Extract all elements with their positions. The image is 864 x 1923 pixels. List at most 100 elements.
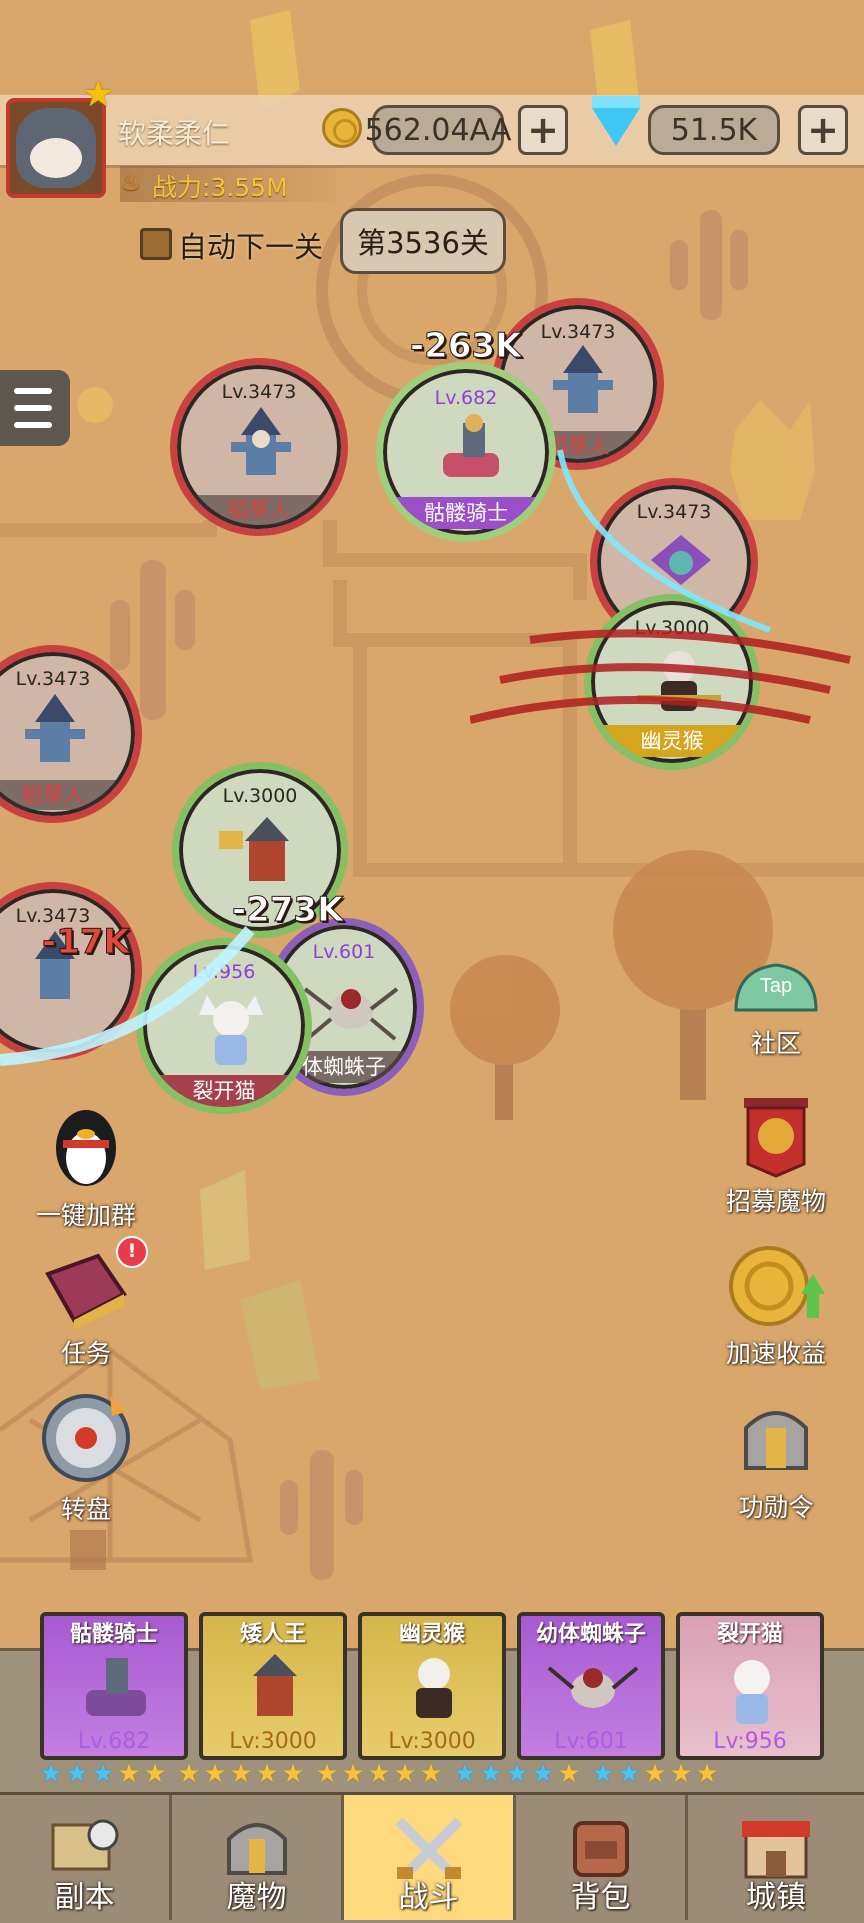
- team-card[interactable]: 幽灵猴 Lv:3000: [358, 1612, 506, 1760]
- star-icon: ★: [617, 1759, 641, 1789]
- star-icon: ★: [255, 1759, 279, 1789]
- star-icon: ★: [117, 1759, 141, 1789]
- star-icon: ★: [531, 1759, 555, 1789]
- add-gems-button[interactable]: +: [798, 105, 848, 155]
- star-icon: ★: [367, 1759, 391, 1789]
- tab-label: 背包: [570, 1880, 631, 1915]
- star-icon: ★: [341, 1759, 365, 1789]
- tab-town[interactable]: 城镇: [688, 1795, 864, 1920]
- join-group-label: 一键加群: [35, 1201, 136, 1230]
- tab-dungeon[interactable]: 副本: [0, 1795, 172, 1920]
- star-icon: ★: [203, 1759, 227, 1789]
- quest-button[interactable]: 任务: [16, 1250, 156, 1370]
- spider-icon: [303, 987, 399, 1041]
- speed-up-button[interactable]: 加速收益: [706, 1244, 846, 1370]
- tab-label: 战斗: [398, 1880, 459, 1915]
- penguin-icon: [56, 1110, 116, 1186]
- player-name: 软柔柔仁: [118, 117, 231, 150]
- enemy-unit[interactable]: Lv.3473 稻草人: [0, 645, 142, 823]
- unit-level: Lv.601: [312, 941, 376, 963]
- menu-line: [14, 388, 52, 394]
- unit-name: 骷髅骑士: [383, 497, 549, 529]
- tab-monsters[interactable]: 魔物: [172, 1795, 344, 1920]
- helmet-icon: [744, 1411, 808, 1470]
- team-card-level: Lv:956: [713, 1729, 787, 1754]
- unit-name: 稻草人: [0, 780, 135, 810]
- wheel-button[interactable]: 转盘: [16, 1390, 156, 1526]
- fire-icon: ♨: [120, 168, 142, 196]
- team-card[interactable]: 幼体蜘蛛子 Lv:601: [517, 1612, 665, 1760]
- tab-label: 魔物: [226, 1880, 287, 1915]
- wheel-label: 转盘: [60, 1495, 111, 1524]
- map-scroll-icon: [51, 1819, 118, 1871]
- star-icon: ★: [393, 1759, 417, 1789]
- dwarf-king-icon: [219, 817, 289, 881]
- star-icon: ★: [591, 1759, 615, 1789]
- crown-icon: ★: [82, 74, 115, 115]
- team-card-name: 骷髅骑士: [69, 1622, 158, 1647]
- combat-power: ♨ 战力:3.55M: [120, 166, 350, 202]
- star-icon: ★: [505, 1759, 529, 1789]
- team-card[interactable]: 矮人王 Lv:3000: [199, 1612, 347, 1760]
- menu-line: [14, 422, 52, 428]
- damage-number: -263K: [409, 326, 522, 367]
- team-card[interactable]: 裂开猫 Lv:956: [676, 1612, 824, 1760]
- menu-button[interactable]: [0, 370, 70, 446]
- stage-indicator: 第3536关: [340, 208, 506, 274]
- merit-order-label: 功勋令: [738, 1493, 814, 1522]
- star-icon: ★: [91, 1759, 115, 1789]
- team-card-level: Lv:3000: [388, 1729, 476, 1754]
- light-slash-effect: [0, 926, 255, 1066]
- cat-face-icon: [16, 108, 96, 188]
- community-button[interactable]: Tap 社区: [706, 950, 846, 1060]
- tab-battle[interactable]: 战斗: [344, 1795, 516, 1920]
- star-icon: ★: [229, 1759, 253, 1789]
- unit-level: Lv.3473: [221, 381, 297, 403]
- merit-order-button[interactable]: 功勋令: [706, 1398, 846, 1524]
- star-icon: ★: [479, 1759, 503, 1789]
- enemy-unit[interactable]: Lv.3473 稻草人: [170, 358, 348, 536]
- star-icon: ★: [695, 1759, 719, 1789]
- recruit-monster-button[interactable]: 招募魔物: [706, 1094, 846, 1218]
- star-icon: ★: [557, 1759, 581, 1789]
- team-card-level: Lv:601: [554, 1729, 628, 1754]
- quest-notification-badge: !: [116, 1236, 148, 1268]
- unit-level: Lv.3473: [540, 321, 616, 343]
- helmet-icon: [226, 1823, 287, 1875]
- star-icon: ★: [177, 1759, 201, 1789]
- team-card-level: Lv:3000: [229, 1729, 317, 1754]
- coin-boost-icon: [729, 1246, 825, 1326]
- auto-next-label[interactable]: 自动下一关: [178, 224, 323, 266]
- unit-level: Lv.3473: [15, 668, 91, 690]
- menu-line: [14, 405, 52, 411]
- auto-next-checkbox[interactable]: [140, 228, 172, 260]
- team-card-level: Lv.682: [77, 1729, 151, 1754]
- tab-backpack[interactable]: 背包: [516, 1795, 688, 1920]
- star-icon: ★: [669, 1759, 693, 1789]
- skeleton-knight-icon: [443, 414, 499, 477]
- speed-up-label: 加速收益: [725, 1339, 826, 1368]
- damage-number: -17K: [42, 922, 131, 963]
- add-gold-button[interactable]: +: [518, 105, 568, 155]
- skeleton-knight-icon: [86, 1658, 146, 1716]
- wheel-icon: [42, 1394, 130, 1482]
- scarecrow-icon: [553, 345, 613, 413]
- scarecrow-icon: [25, 694, 85, 762]
- team-card[interactable]: 骷髅骑士 Lv.682: [40, 1612, 188, 1760]
- spider-icon: [547, 1666, 639, 1708]
- recruit-banner-icon: [744, 1098, 808, 1178]
- team-card-name: 幽灵猴: [398, 1622, 465, 1647]
- quest-label: 任务: [60, 1339, 111, 1368]
- team-star-rating: ★ ★ ★ ★ ★ ★ ★ ★ ★ ★ ★ ★ ★ ★ ★ ★ ★ ★ ★ ★ ★ ★ ★ ★ ★: [38, 1760, 720, 1788]
- unit-name: 稻草人: [177, 495, 341, 525]
- team-card-name: 幼体蜘蛛子: [535, 1622, 646, 1647]
- scarecrow-icon: [231, 407, 291, 475]
- combat-power-value: 战力:3.55M: [152, 173, 288, 202]
- join-group-button[interactable]: 一键加群: [16, 1100, 156, 1232]
- diamond-icon: [592, 96, 640, 146]
- community-label: 社区: [750, 1029, 801, 1058]
- tab-label: 城镇: [746, 1880, 806, 1915]
- dwarf-king-icon: [253, 1654, 297, 1716]
- ghost-monkey-icon: [416, 1658, 452, 1718]
- ally-unit[interactable]: Lv.682 骷髅骑士: [376, 362, 556, 542]
